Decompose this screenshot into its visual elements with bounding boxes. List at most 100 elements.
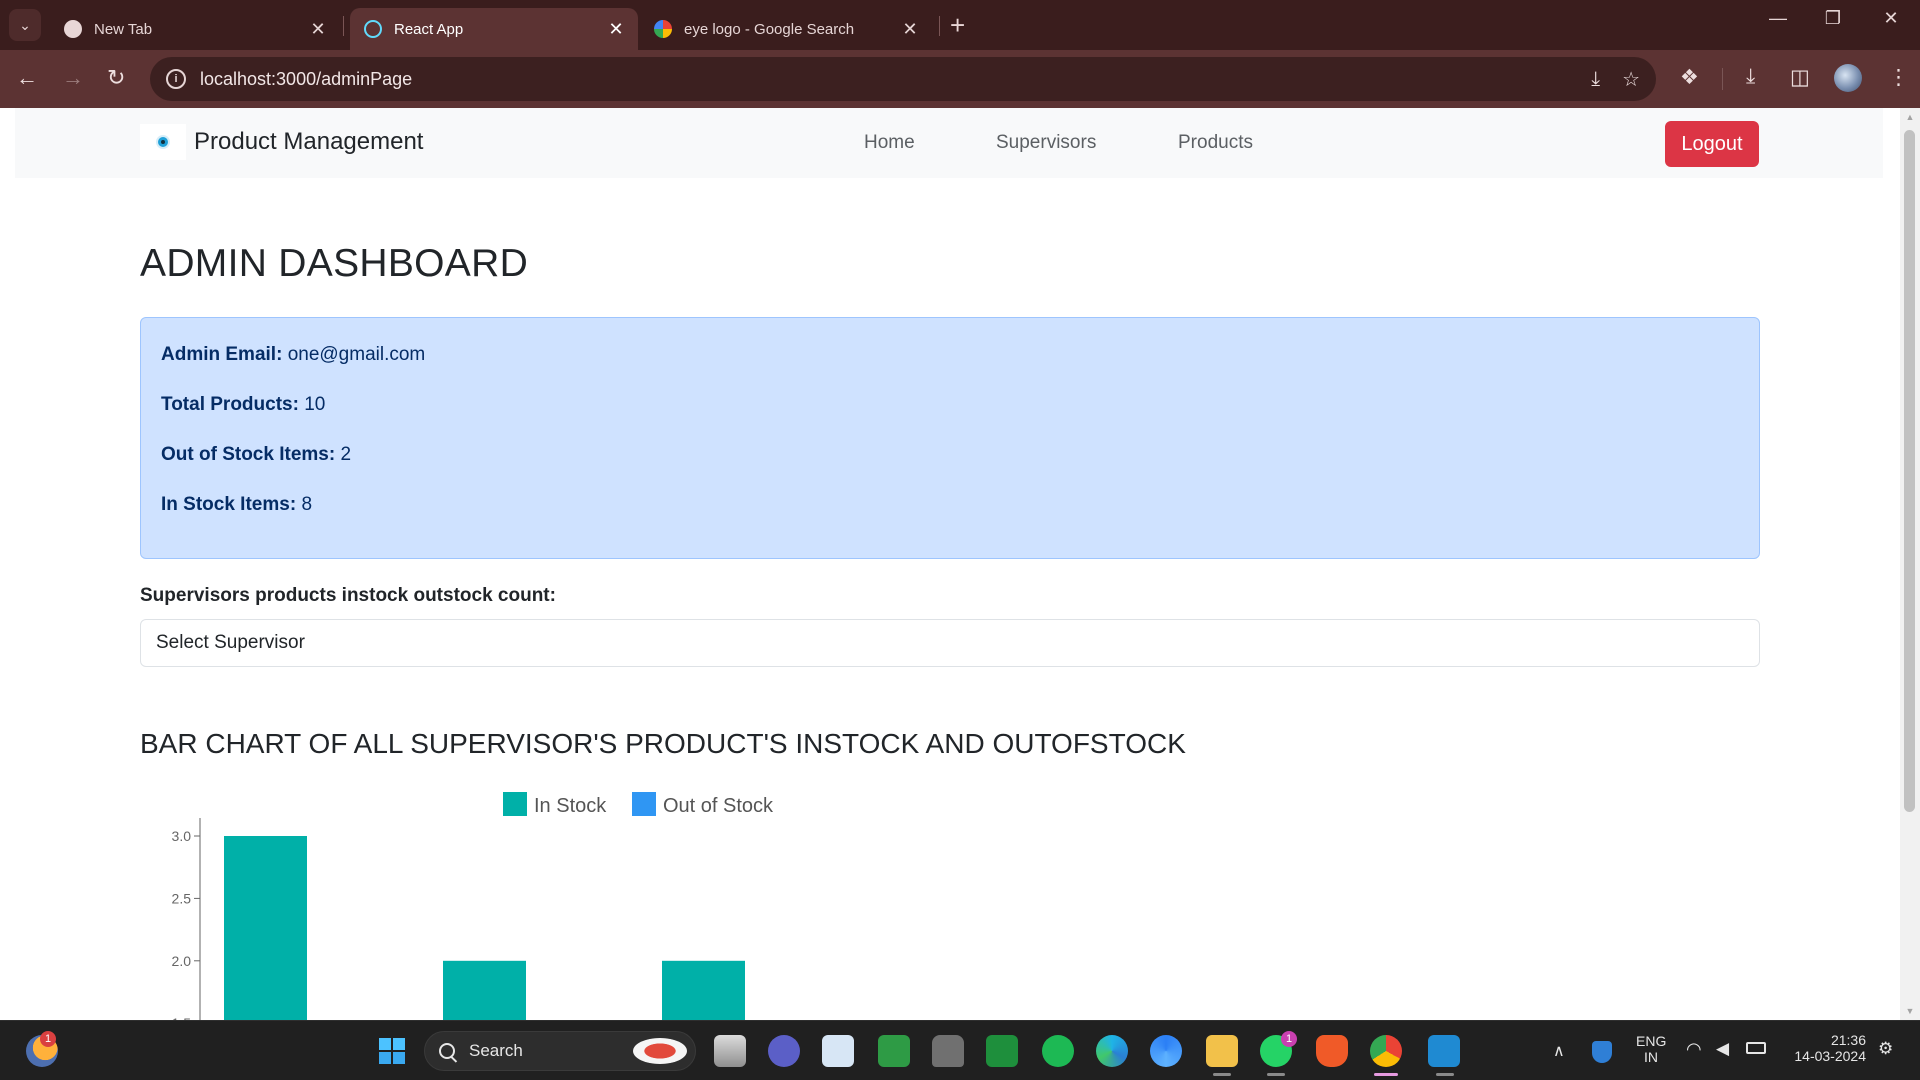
tab-title: eye logo - Google Search (684, 20, 855, 38)
legend-label: In Stock (534, 795, 607, 817)
active-indicator (1374, 1073, 1398, 1076)
clock-time: 21:36 (1830, 1032, 1866, 1048)
legend-label: Out of Stock (663, 795, 774, 817)
tab-new-tab[interactable]: New Tab ✕ (50, 8, 340, 50)
tab-title: React App (394, 20, 464, 38)
menu-icon[interactable]: ⋮ (1888, 65, 1909, 90)
language-indicator[interactable]: ENG IN (1636, 1033, 1666, 1065)
scrollbar-thumb[interactable] (1904, 130, 1915, 812)
install-app-icon[interactable]: ⤓ (1591, 68, 1600, 91)
legend-swatch (632, 792, 656, 816)
tab-react-app[interactable]: React App ✕ (350, 8, 638, 50)
tray-overflow-icon[interactable]: ∧ (1553, 1041, 1565, 1061)
nav-home[interactable]: Home (864, 132, 915, 154)
back-icon[interactable]: ← (16, 66, 38, 90)
downloads-icon[interactable]: ⤓ (1746, 65, 1755, 89)
info-label: Admin Email: (161, 344, 283, 365)
tab-search-button[interactable]: ⌄ (9, 9, 41, 41)
info-in-stock: In Stock Items: 8 (161, 494, 312, 516)
chart-title: BAR CHART OF ALL SUPERVISOR'S PRODUCT'S … (140, 728, 1186, 759)
tab-google-search[interactable]: eye logo - Google Search ✕ (640, 8, 932, 50)
search-icon (439, 1043, 455, 1059)
firefox-icon[interactable] (1150, 1035, 1182, 1067)
taskbar-search-label: Search (469, 1041, 523, 1060)
nav-products[interactable]: Products (1178, 132, 1253, 154)
forward-icon[interactable]: → (62, 66, 84, 90)
y-tick-label: 2.5 (172, 890, 192, 906)
wifi-icon[interactable]: ◠ (1686, 1039, 1702, 1060)
podcast-icon[interactable] (932, 1035, 964, 1067)
scroll-down-icon[interactable]: ▼ (1904, 1006, 1916, 1016)
google-chat-icon[interactable] (986, 1035, 1018, 1067)
stocks-icon[interactable] (878, 1035, 910, 1067)
extensions-icon[interactable]: ❖ (1680, 65, 1699, 90)
info-value: 8 (301, 494, 313, 515)
vscode-icon[interactable] (1428, 1035, 1460, 1067)
browser-toolbar: ← → ↻ i localhost:3000/adminPage ⤓ ☆ ❖ ⤓… (0, 50, 1920, 108)
info-admin-email: Admin Email: one@gmail.com (161, 344, 425, 366)
restore-icon[interactable]: ❐ (1810, 8, 1856, 29)
edge-icon[interactable] (1096, 1035, 1128, 1067)
page-scrollbar[interactable]: ▲ ▼ (1900, 108, 1920, 1020)
chrome-icon (64, 20, 82, 38)
volume-icon[interactable]: ◀ (1716, 1039, 1729, 1059)
brand-title[interactable]: Product Management (194, 128, 423, 156)
running-indicator (1213, 1073, 1231, 1076)
security-icon[interactable] (1592, 1041, 1612, 1063)
clock[interactable]: 21:36 14-03-2024 (1782, 1032, 1866, 1064)
bookmark-star-icon[interactable]: ☆ (1622, 67, 1640, 92)
app-navbar: Product Management Home Supervisors Prod… (15, 108, 1883, 178)
brave-icon[interactable] (1316, 1035, 1348, 1067)
clock-date: 14-03-2024 (1794, 1048, 1866, 1064)
task-view-icon[interactable] (714, 1035, 746, 1067)
battery-icon[interactable] (1746, 1042, 1766, 1054)
tab-divider (343, 16, 344, 36)
new-tab-icon[interactable]: + (950, 10, 965, 40)
logout-button[interactable]: Logout (1665, 121, 1759, 167)
close-icon[interactable]: ✕ (900, 19, 920, 40)
windows-taskbar: 1 Search 1 ∧ ENG IN ◠ ◀ 21:36 14-03-2024… (0, 1020, 1920, 1080)
info-out-of-stock: Out of Stock Items: 2 (161, 444, 351, 466)
tab-divider (939, 16, 940, 36)
reload-icon[interactable]: ↻ (107, 66, 125, 90)
eye-logo[interactable] (140, 124, 186, 160)
url-text: localhost:3000/adminPage (200, 68, 413, 89)
lang-code: ENG (1636, 1033, 1667, 1049)
toolbar-separator (1722, 68, 1723, 90)
profile-avatar[interactable] (1834, 64, 1862, 92)
info-value: 10 (304, 394, 326, 415)
bar-in-stock (443, 960, 526, 1020)
teams-chat-icon[interactable] (768, 1035, 800, 1067)
scroll-up-icon[interactable]: ▲ (1904, 112, 1916, 122)
supervisor-select-label: Supervisors products instock outstock co… (140, 585, 556, 606)
admin-info-alert: Admin Email: one@gmail.com Total Product… (140, 317, 1760, 559)
window-close-icon[interactable]: ✕ (1868, 8, 1914, 29)
file-explorer-icon[interactable] (1206, 1035, 1238, 1067)
whatsapp-badge: 1 (1281, 1031, 1297, 1047)
spotify-icon[interactable] (1042, 1035, 1074, 1067)
side-panel-icon[interactable]: ◫ (1790, 65, 1810, 90)
notification-icon[interactable]: ⚙ (1878, 1039, 1893, 1059)
chrome-taskbar-icon[interactable] (1370, 1035, 1402, 1067)
info-value: 2 (340, 444, 352, 465)
minimize-icon[interactable]: — (1755, 8, 1801, 29)
supervisor-select[interactable]: Select Supervisor (140, 619, 1760, 667)
photos-icon[interactable] (822, 1035, 854, 1067)
info-label: Out of Stock Items: (161, 444, 336, 465)
y-tick-label: 3.0 (172, 828, 192, 844)
nav-supervisors[interactable]: Supervisors (996, 132, 1096, 154)
taskbar-search[interactable]: Search (424, 1031, 696, 1071)
site-info-icon[interactable]: i (166, 69, 186, 89)
page-viewport: Product Management Home Supervisors Prod… (0, 108, 1920, 1020)
google-icon (654, 20, 672, 38)
page-title: ADMIN DASHBOARD (140, 242, 529, 285)
tab-title: New Tab (94, 20, 153, 38)
close-icon[interactable]: ✕ (308, 19, 328, 40)
start-icon[interactable] (376, 1035, 408, 1067)
address-bar[interactable]: i localhost:3000/adminPage ⤓ ☆ (150, 57, 1656, 101)
close-icon[interactable]: ✕ (606, 19, 626, 40)
y-tick-label: 2.0 (172, 953, 192, 969)
info-total-products: Total Products: 10 (161, 394, 325, 416)
weather-badge: 1 (40, 1031, 56, 1047)
info-value: one@gmail.com (287, 344, 426, 365)
